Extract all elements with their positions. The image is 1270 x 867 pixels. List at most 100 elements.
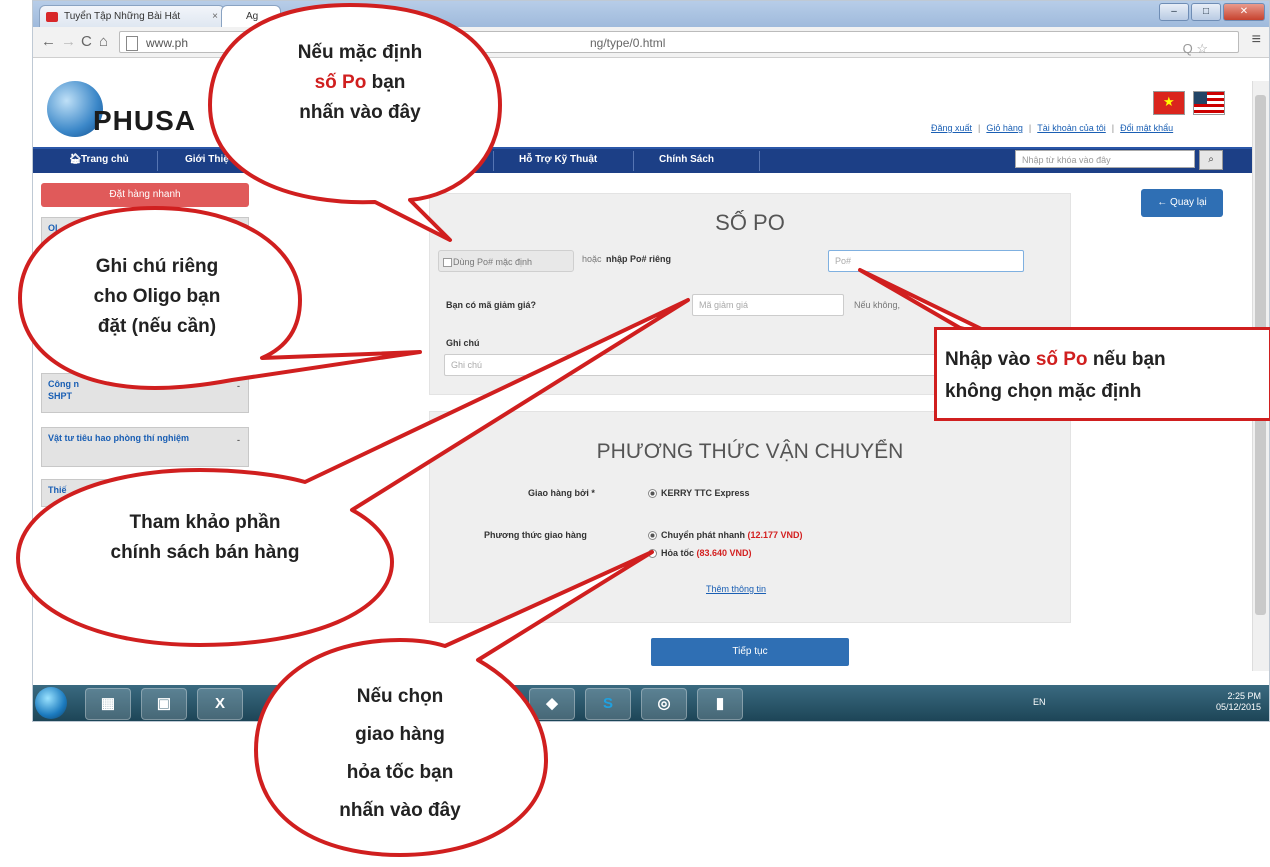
account-links: Đăng xuất | Giỏ hàng | Tài khoản của tôi | … (931, 123, 1174, 133)
home-nav-icon: 🏠︎ (69, 154, 82, 165)
forward-arrow-icon[interactable]: → (61, 33, 76, 50)
quick-order-button[interactable]: Đặt hàng nhanh (41, 183, 249, 207)
express-option[interactable]: Chuyển phát nhanh (12.177 VND) (648, 530, 803, 541)
back-arrow-icon: ← (1157, 197, 1168, 208)
cart-link[interactable]: Giỏ hàng (986, 123, 1023, 133)
back-button[interactable]: ← Quay lại (1141, 189, 1223, 217)
callout-line: Ghi chú riêng (95, 256, 219, 277)
note-label: Ghi chú (446, 338, 480, 348)
back-arrow-icon[interactable]: ← (41, 33, 56, 50)
url-prefix: www.ph (146, 36, 189, 50)
sidebar-item-consumables[interactable]: Vật tư tiêu hao phòng thí nghiệm - (41, 427, 249, 467)
callout-policy-text: Tham khảo phần chính sách bán hàng (60, 508, 350, 568)
radio-selected-icon[interactable] (648, 489, 657, 499)
nav-support[interactable]: Hỗ Trợ Kỹ Thuật (519, 154, 597, 165)
po-input[interactable]: Po# (828, 250, 1024, 272)
more-info-link[interactable]: Thêm thông tin (706, 584, 766, 594)
sidebar-item-equipment[interactable]: Thiế (41, 479, 249, 507)
system-clock[interactable]: 2:25 PM 05/12/2015 (1216, 691, 1261, 713)
search-icon[interactable]: ⌕ (1199, 150, 1223, 170)
change-password-link[interactable]: Đổi mật khẩu (1120, 123, 1173, 133)
youtube-favicon-icon (46, 12, 58, 22)
vietnam-flag-icon[interactable] (1153, 91, 1185, 115)
collapse-icon[interactable]: - (237, 434, 240, 446)
site-search-input[interactable]: Nhập từ khóa vào đây (1015, 150, 1195, 168)
reload-icon[interactable]: C (81, 33, 92, 50)
option2-price: (83.640 VND) (696, 548, 752, 558)
back-label: Quay lại (1170, 197, 1207, 208)
tab-title: Ag (246, 11, 259, 22)
logo-text[interactable]: PHUSA (93, 105, 196, 137)
callout-line: Tham khảo phần (129, 512, 281, 533)
folder-taskbar-icon[interactable]: ◆ (529, 688, 575, 720)
tab-strip: Tuyển Tập Những Bài Hát × Ag – □ ✕ (33, 1, 1269, 27)
sidebar-item-label: Ol (48, 223, 58, 233)
option1-price: (12.177 VND) (747, 530, 803, 540)
menu-icon[interactable]: ≡ (1252, 31, 1261, 49)
callout-text: Nhập vào (945, 349, 1036, 370)
shipping-panel-title: PHƯƠNG THỨC VẬN CHUYỂN (596, 440, 904, 463)
callout-line: đặt (nếu cần) (97, 316, 217, 337)
browser-toolbar: ← → C ⌂ www.ph ng/type/0.html Q ☆ ≡ (33, 27, 1269, 58)
nav-divider (157, 151, 158, 171)
callout-express-text: Nếu chọn giao hàng hỏa tốc bạn nhấn vào … (290, 678, 510, 830)
nav-policy[interactable]: Chính Sách (659, 154, 714, 165)
urgent-option[interactable]: Hỏa tốc (83.640 VND) (648, 548, 752, 559)
start-button-icon[interactable] (35, 687, 67, 719)
option2-label: Hỏa tốc (661, 548, 695, 558)
radio-selected-icon[interactable] (648, 531, 657, 541)
or-text: hoặc (582, 254, 602, 264)
discount-note: Nếu không, (854, 300, 901, 310)
us-flag-icon[interactable] (1193, 91, 1225, 115)
callout-top-text: Nếu mặc định số Po bạn nhấn vào đây (240, 38, 480, 128)
powerpoint-taskbar-icon[interactable]: ▣ (141, 688, 187, 720)
sidebar-item-label: Thiế (48, 485, 67, 495)
continue-button[interactable]: Tiếp tục (651, 638, 849, 666)
files-taskbar-icon[interactable]: ▮ (697, 688, 743, 720)
minimize-button[interactable]: – (1159, 3, 1189, 21)
clock-date: 05/12/2015 (1215, 702, 1261, 712)
sidebar-item-label: Vật tư tiêu hao phòng thí nghiệm (48, 433, 190, 443)
callout-line: không chọn mặc định (945, 381, 1142, 402)
sidebar-item-label: Công n (48, 379, 79, 389)
callout-line: nhấn vào đây (299, 102, 421, 123)
sidebar-item-technology[interactable]: Công n SHPT - (41, 373, 249, 413)
discount-input[interactable]: Mã giảm giá (692, 294, 844, 316)
callout-highlight: số Po (314, 72, 367, 93)
logout-link[interactable]: Đăng xuất (931, 123, 972, 133)
tray-language[interactable]: EN (1033, 697, 1046, 707)
nav-product[interactable]: ng (451, 154, 463, 165)
custom-po-label: nhập Po# riêng (606, 254, 672, 264)
callout-line: giao hàng (355, 724, 445, 745)
carrier-option[interactable]: KERRY TTC Express (648, 488, 750, 499)
browser-tab-2[interactable]: Ag (221, 5, 281, 27)
explorer-taskbar-icon[interactable]: ▦ (85, 688, 131, 720)
collapse-icon[interactable]: - (237, 380, 240, 392)
method-label: Phương thức giao hàng (484, 530, 587, 540)
callout-line: hỏa tốc bạn (346, 762, 454, 783)
callout-line: số Po bạn (240, 68, 480, 98)
nav-home[interactable]: Trang chủ (81, 154, 129, 165)
shipping-panel: PHƯƠNG THỨC VẬN CHUYỂN Giao hàng bởi * K… (429, 411, 1071, 623)
maximize-button[interactable]: □ (1191, 3, 1221, 21)
discount-label: Bạn có mã giảm giá? (446, 300, 537, 310)
callout-line: Nếu chọn (356, 686, 444, 707)
carrier-label: Giao hàng bởi * (528, 488, 595, 498)
callout-text: bạn (366, 72, 406, 93)
account-link[interactable]: Tài khoản của tôi (1037, 123, 1106, 133)
default-po-button[interactable]: Dùng Po# mặc định (438, 250, 574, 272)
url-suffix: ng/type/0.html (590, 36, 666, 50)
sidebar-item-oligo[interactable]: Ol (41, 217, 249, 247)
bookmark-star-icon[interactable]: Q ☆ (1183, 38, 1208, 60)
close-window-button[interactable]: ✕ (1223, 3, 1265, 21)
windows-taskbar: ▦ ▣ X ◆ S ◎ ▮ EN 2:25 PM 05/12/2015 (33, 685, 1269, 721)
clock-time: 2:25 PM (1227, 691, 1261, 701)
home-icon[interactable]: ⌂ (99, 33, 108, 50)
media-taskbar-icon[interactable]: ◎ (641, 688, 687, 720)
excel-taskbar-icon[interactable]: X (197, 688, 243, 720)
nav-about[interactable]: Giới Thiệ (185, 154, 229, 165)
close-tab-icon[interactable]: × (212, 6, 218, 27)
skype-taskbar-icon[interactable]: S (585, 688, 631, 720)
radio-unselected-icon[interactable] (648, 549, 657, 559)
browser-tab-1[interactable]: Tuyển Tập Những Bài Hát × (39, 5, 225, 27)
